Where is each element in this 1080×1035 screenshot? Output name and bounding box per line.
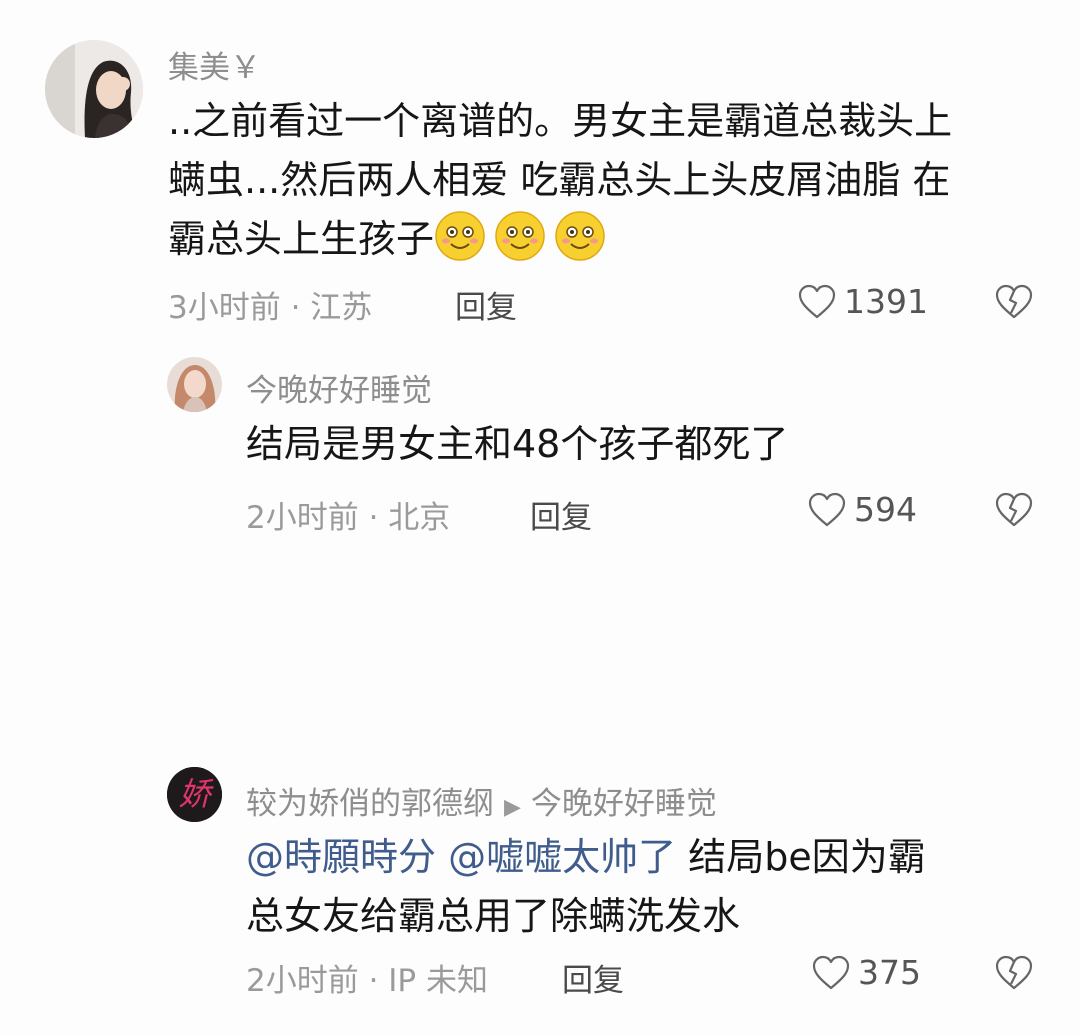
avatar[interactable]: 娇 bbox=[167, 767, 222, 822]
triangle-right-icon: ▶ bbox=[504, 795, 521, 820]
username[interactable]: 较为娇俏的郭德纲 bbox=[246, 786, 494, 822]
comment-text-segment: 结局be因为霸 bbox=[688, 835, 926, 879]
broken-heart-icon bbox=[995, 492, 1033, 527]
comment-text: 结局是男女主和48个孩子都死了 bbox=[246, 422, 789, 466]
comment-text-line: 霸总头上生孩子 bbox=[168, 217, 435, 261]
dislike-button[interactable] bbox=[995, 955, 1033, 995]
reply-to-username[interactable]: 今晚好好睡觉 bbox=[531, 786, 717, 822]
broken-heart-icon bbox=[995, 284, 1033, 319]
avatar[interactable] bbox=[45, 40, 143, 138]
comment-text: @時願時分 @嘘嘘太帅了 结局be因为霸 总女友给霸总用了除螨洗发水 bbox=[246, 828, 1046, 946]
comment-meta: 3小时前 · 江苏 bbox=[168, 290, 373, 326]
comment-text-line: 螨虫...然后两人相爱 吃霸总头上头皮屑油脂 在 bbox=[168, 158, 951, 202]
heart-outline-icon bbox=[798, 284, 836, 318]
reply-button[interactable]: 回复 bbox=[530, 492, 592, 537]
like-button[interactable]: 375 bbox=[812, 953, 921, 992]
reply-button[interactable]: 回复 bbox=[455, 282, 517, 327]
like-count: 375 bbox=[858, 953, 921, 992]
reply-button[interactable]: 回复 bbox=[562, 955, 624, 1000]
avatar[interactable] bbox=[167, 357, 222, 412]
mention-link[interactable]: @嘘嘘太帅了 bbox=[448, 835, 676, 879]
dislike-button[interactable] bbox=[995, 284, 1033, 324]
dislike-button[interactable] bbox=[995, 492, 1033, 532]
like-button[interactable]: 594 bbox=[808, 490, 917, 529]
comment-text-line-with-emoji: 霸总头上生孩子 bbox=[168, 210, 1048, 269]
like-button[interactable]: 1391 bbox=[798, 282, 928, 321]
comment-text-line: ..之前看过一个离谱的。男女主是霸道总裁头上 bbox=[168, 99, 953, 143]
username[interactable]: 集美￥ bbox=[168, 42, 261, 87]
like-count: 1391 bbox=[844, 282, 928, 321]
avatar-photo bbox=[45, 40, 143, 138]
comment-meta: 2小时前 · IP 未知 bbox=[246, 963, 488, 999]
like-count: 594 bbox=[854, 490, 917, 529]
avatar-photo bbox=[167, 357, 222, 412]
smile-emoji-icon bbox=[495, 211, 545, 261]
smile-emoji-icon bbox=[435, 211, 485, 261]
comment-text-line: @時願時分 @嘘嘘太帅了 结局be因为霸 bbox=[246, 828, 1046, 887]
comment-text: ..之前看过一个离谱的。男女主是霸道总裁头上 螨虫...然后两人相爱 吃霸总头上… bbox=[168, 92, 1048, 269]
avatar-text: 娇 bbox=[178, 775, 211, 813]
mention-link[interactable]: @時願時分 bbox=[246, 835, 436, 879]
heart-outline-icon bbox=[808, 492, 846, 526]
reply-header: 较为娇俏的郭德纲 ▶ 今晚好好睡觉 bbox=[246, 778, 717, 823]
comment-text-line: 总女友给霸总用了除螨洗发水 bbox=[246, 894, 741, 938]
comment-meta: 2小时前 · 北京 bbox=[246, 500, 451, 536]
broken-heart-icon bbox=[995, 955, 1033, 990]
username[interactable]: 今晚好好睡觉 bbox=[246, 365, 432, 410]
heart-outline-icon bbox=[812, 955, 850, 989]
smile-emoji-icon bbox=[555, 211, 605, 261]
